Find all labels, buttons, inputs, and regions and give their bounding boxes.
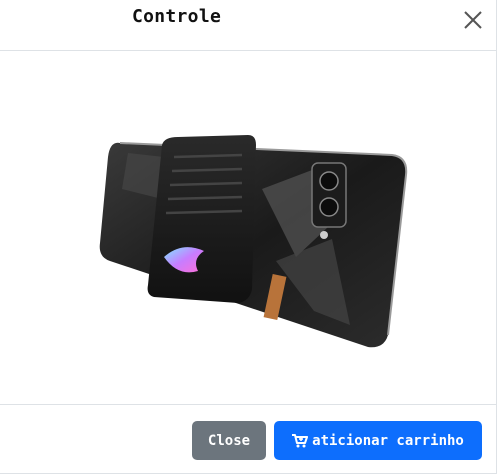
close-icon[interactable] [462,9,484,31]
modal-footer: Close aticionar carrinho [0,404,497,474]
modal-body [0,51,497,404]
modal-header: Controle [0,0,497,51]
close-button-label: Close [207,432,251,449]
close-button[interactable]: Close [192,421,266,460]
product-modal: Controle Close aticionar carrinho [0,0,497,474]
add-to-cart-button[interactable]: aticionar carrinho [274,421,482,460]
add-to-cart-label: aticionar carrinho [312,432,464,449]
modal-title: Controle [132,6,222,27]
cart-plus-icon [292,433,309,447]
product-image [99,135,408,348]
